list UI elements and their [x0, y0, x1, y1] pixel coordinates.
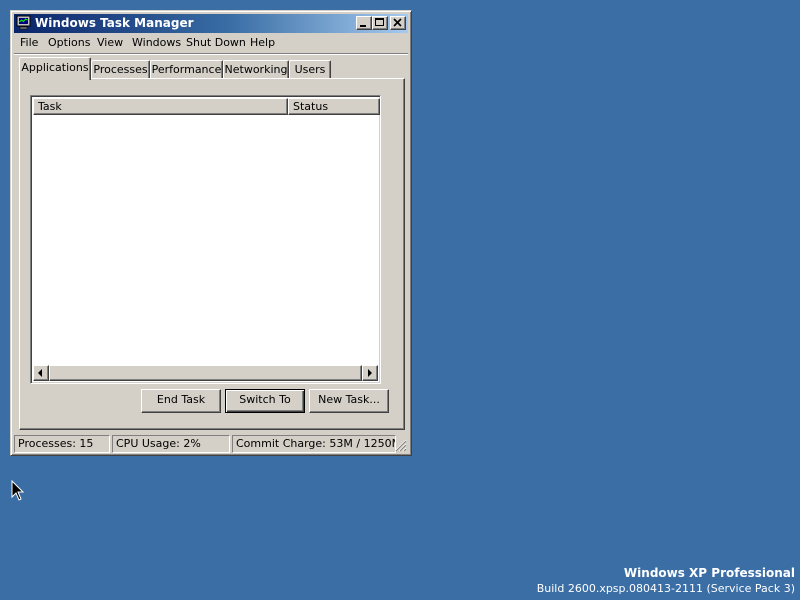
horizontal-scrollbar[interactable] [33, 365, 378, 381]
tab-performance[interactable]: Performance [150, 60, 223, 79]
menu-divider [14, 53, 408, 55]
end-task-button[interactable]: End Task [141, 389, 221, 413]
menu-options[interactable]: Options [48, 36, 90, 50]
os-version-watermark: Windows XP Professional Build 2600.xpsp.… [537, 566, 795, 596]
applications-list[interactable]: Task Status [30, 95, 381, 384]
column-header-task[interactable]: Task [33, 98, 288, 115]
status-cpu-usage: CPU Usage: 2% [112, 435, 230, 453]
task-manager-window: Windows Task Manager File Options View W… [10, 10, 412, 456]
arrow-left-icon [38, 369, 42, 377]
status-bar: Processes: 15 CPU Usage: 2% Commit Charg… [14, 434, 408, 453]
tab-applications[interactable]: Applications [19, 57, 91, 80]
column-header-status[interactable]: Status [288, 98, 380, 115]
maximize-icon [375, 18, 384, 26]
list-header: Task Status [33, 98, 380, 115]
menu-shut-down[interactable]: Shut Down [186, 36, 246, 50]
status-processes: Processes: 15 [14, 435, 110, 453]
watermark-title: Windows XP Professional [623, 566, 795, 580]
maximize-button[interactable] [372, 16, 388, 30]
tab-networking[interactable]: Networking [223, 60, 289, 79]
task-manager-icon [16, 15, 31, 30]
new-task-button[interactable]: New Task... [309, 389, 389, 413]
menu-bar: File Options View Windows Shut Down Help [14, 34, 408, 52]
watermark-build: Build 2600.xpsp.080413-2111 (Service Pac… [536, 582, 795, 595]
title-bar[interactable]: Windows Task Manager [14, 14, 408, 33]
menu-windows[interactable]: Windows [132, 36, 181, 50]
status-commit-charge: Commit Charge: 53M / 1250M [232, 435, 396, 453]
minimize-button[interactable] [356, 16, 372, 30]
window-title: Windows Task Manager [35, 16, 194, 30]
minimize-icon [360, 25, 366, 27]
close-button[interactable] [390, 16, 406, 30]
task-list-body[interactable] [33, 115, 378, 365]
resize-grip-icon[interactable] [394, 439, 407, 452]
menu-help[interactable]: Help [250, 36, 275, 50]
scroll-thumb[interactable] [49, 365, 362, 381]
scroll-right-button[interactable] [362, 365, 378, 381]
scroll-left-button[interactable] [33, 365, 49, 381]
mouse-cursor-icon [11, 480, 24, 501]
switch-to-button[interactable]: Switch To [225, 389, 305, 413]
tab-users[interactable]: Users [289, 60, 331, 79]
tab-processes[interactable]: Processes [91, 60, 150, 79]
arrow-right-icon [368, 369, 372, 377]
close-icon [393, 18, 402, 27]
menu-view[interactable]: View [97, 36, 123, 50]
menu-file[interactable]: File [20, 36, 38, 50]
